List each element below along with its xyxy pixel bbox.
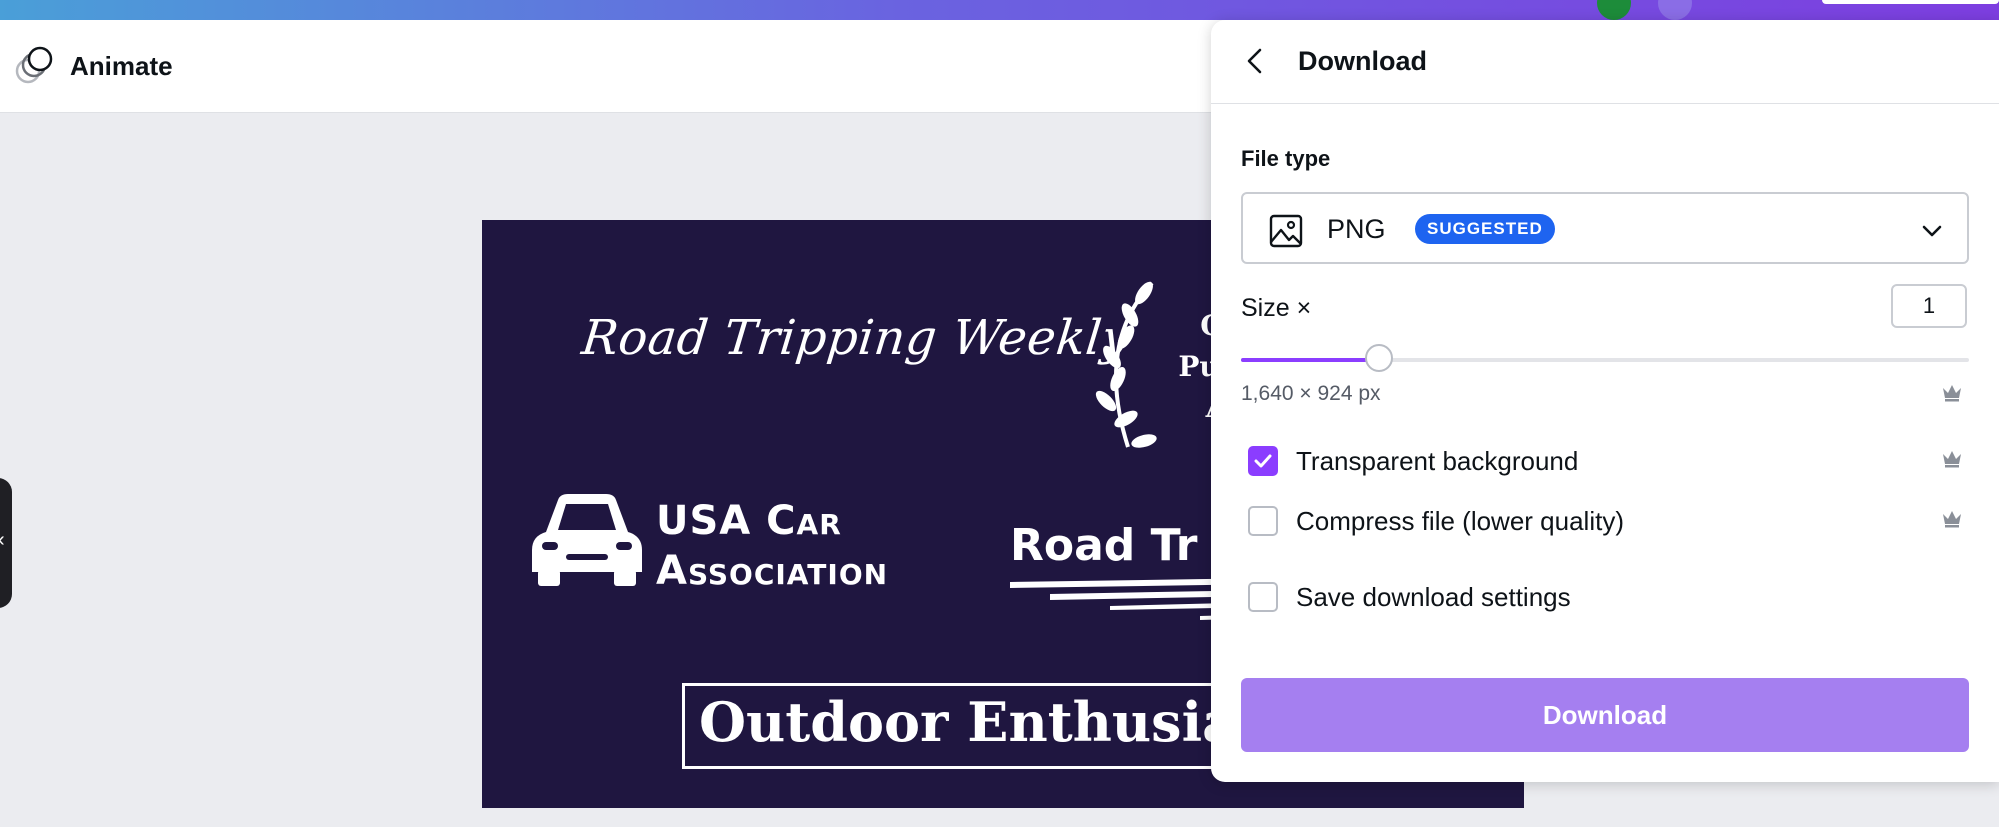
size-label: Size ×	[1241, 294, 1312, 322]
compress-file-option[interactable]: Compress file (lower quality)	[1248, 504, 1624, 538]
road-trip-logo-text: Road Tr	[1010, 520, 1198, 571]
transparent-background-label: Transparent background	[1296, 445, 1579, 476]
script-title-road-tripping-weekly: Road Tripping Weekly	[579, 310, 1133, 366]
share-button[interactable]	[1822, 0, 1999, 4]
download-button[interactable]: Download	[1241, 678, 1969, 752]
status-avatar-green[interactable]	[1597, 0, 1631, 20]
compress-file-checkbox[interactable]	[1248, 506, 1278, 536]
dimensions-text: 1,640 × 924 px	[1241, 382, 1381, 405]
download-panel: Download File type PNG SUGGESTED Size × …	[1211, 20, 1999, 782]
save-download-settings-option[interactable]: Save download settings	[1248, 580, 1571, 614]
save-download-settings-label: Save download settings	[1296, 581, 1571, 612]
crown-icon	[1943, 451, 1961, 468]
transparent-background-option[interactable]: Transparent background	[1248, 444, 1578, 478]
animate-label: Animate	[70, 50, 173, 81]
size-slider-fill	[1241, 358, 1380, 362]
usa-car-association-logo: USA Car Association	[656, 496, 888, 596]
animate-button[interactable]: Animate	[14, 46, 173, 86]
crown-icon	[1943, 511, 1961, 528]
outdoor-enthusiast-text: Outdoor Enthusiast	[699, 690, 1293, 754]
animate-icon	[15, 46, 53, 84]
size-slider[interactable]	[1241, 344, 1969, 372]
usa-line-1: USA Car	[656, 498, 842, 544]
chevron-down-icon	[1922, 225, 1942, 237]
size-slider-thumb[interactable]	[1365, 344, 1394, 372]
file-type-select[interactable]: PNG SUGGESTED	[1241, 192, 1969, 264]
chevron-left-icon: ‹	[0, 530, 5, 550]
panel-header: Download	[1211, 20, 1999, 104]
usa-line-2: Association	[656, 548, 889, 594]
file-type-label: File type	[1241, 146, 1331, 171]
suggested-badge: SUGGESTED	[1415, 214, 1555, 244]
crown-icon	[1943, 385, 1961, 402]
top-gradient-bar	[0, 0, 1999, 20]
transparent-background-checkbox[interactable]	[1248, 446, 1278, 476]
panel-title: Download	[1298, 46, 1427, 76]
size-input[interactable]	[1891, 284, 1967, 328]
collapse-sidebar-handle[interactable]: ‹	[0, 478, 12, 608]
file-type-value: PNG	[1327, 214, 1386, 244]
car-icon	[532, 494, 642, 586]
image-icon	[1269, 214, 1303, 248]
back-arrow-icon[interactable]	[1241, 46, 1271, 76]
save-download-settings-checkbox[interactable]	[1248, 582, 1278, 612]
status-avatar-purple[interactable]	[1658, 0, 1692, 20]
checkmark-icon	[1254, 454, 1272, 468]
compress-file-label: Compress file (lower quality)	[1296, 505, 1624, 536]
